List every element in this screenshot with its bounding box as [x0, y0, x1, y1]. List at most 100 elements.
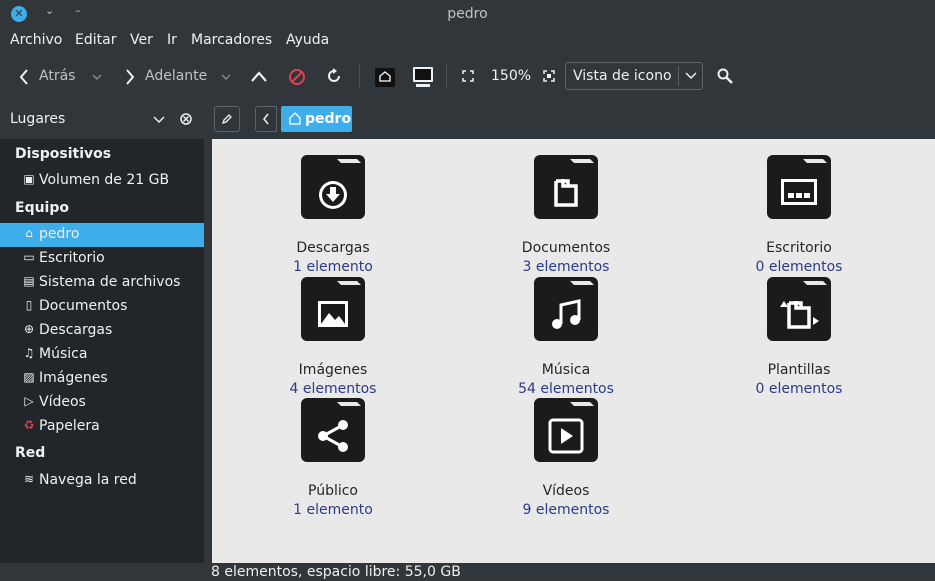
section-equipo: Equipo — [15, 200, 69, 216]
view-mode-select[interactable]: Vista de icono — [565, 62, 703, 90]
folder-publico[interactable]: Público 1 elemento — [253, 398, 413, 520]
sidebar-item-label: Imágenes — [39, 370, 108, 386]
chevron-right-icon — [126, 69, 135, 85]
folder-musica[interactable]: Música 54 elementos — [486, 277, 646, 399]
sidebar-item-descargas[interactable]: ⊕ Descargas — [0, 319, 204, 343]
breadcrumb-back-button[interactable] — [255, 106, 277, 132]
stop-icon[interactable] — [288, 68, 306, 86]
menu-marcadores[interactable]: Marcadores — [191, 32, 272, 48]
forward-button[interactable]: Adelante — [120, 62, 235, 92]
folder-videos[interactable]: Vídeos 9 elementos — [486, 398, 646, 520]
title-bar: ✕ ⌄ – pedro — [0, 0, 935, 28]
music-folder-icon — [534, 277, 598, 341]
close-sidebar-icon[interactable] — [180, 113, 192, 125]
view-mode-label: Vista de icono — [573, 68, 672, 84]
sidebar-item-pedro[interactable]: ⌂ pedro — [0, 223, 204, 247]
drive-icon: ▣ — [23, 172, 35, 186]
folder-count: 3 elementos — [522, 259, 610, 275]
folder-count: 54 elementos — [518, 381, 614, 397]
chevron-down-icon — [92, 74, 102, 81]
section-red: Red — [15, 445, 46, 461]
templates-folder-icon — [767, 277, 831, 341]
sidebar-item-musica[interactable]: ♫ Música — [0, 343, 204, 367]
up-arrow-icon[interactable] — [250, 70, 268, 84]
zoom-level: 150% — [491, 68, 532, 84]
back-button[interactable]: Atrás — [14, 62, 106, 92]
sidebar-item-label: Música — [39, 346, 88, 362]
chevron-left-icon — [19, 69, 28, 85]
pictures-folder-icon — [301, 277, 365, 341]
home-icon — [289, 112, 301, 125]
videos-icon: ▷ — [24, 394, 34, 408]
status-bar — [0, 563, 935, 581]
folder-documentos[interactable]: Documentos 3 elementos — [486, 155, 646, 277]
desktop-icon: ▭ — [23, 250, 35, 264]
toolbar-separator — [359, 65, 360, 87]
breadcrumb-label: pedro — [305, 111, 352, 127]
places-label: Lugares — [10, 111, 66, 127]
folder-name: Vídeos — [542, 483, 590, 499]
menu-editar[interactable]: Editar — [75, 32, 116, 48]
documents-icon: ▯ — [25, 298, 33, 312]
zoom-in-icon[interactable] — [543, 70, 555, 82]
search-icon[interactable] — [716, 67, 734, 85]
back-label: Atrás — [39, 68, 76, 84]
folder-escritorio[interactable]: Escritorio 0 elementos — [719, 155, 879, 277]
chevron-left-icon — [263, 113, 269, 125]
sidebar-item-label: Escritorio — [39, 250, 105, 266]
folder-descargas[interactable]: Descargas 1 elemento — [253, 155, 413, 277]
folder-count: 4 elementos — [289, 381, 377, 397]
folder-count: 0 elementos — [755, 259, 843, 275]
folder-plantillas[interactable]: Plantillas 0 elementos — [719, 277, 879, 399]
zoom-out-icon[interactable] — [462, 70, 474, 82]
pictures-icon: ▨ — [23, 370, 35, 384]
sidebar-item-imagenes[interactable]: ▨ Imágenes — [0, 367, 204, 391]
sidebar-item-network[interactable]: ≋ Navega la red — [0, 469, 204, 493]
chevron-down-icon — [221, 74, 231, 81]
toolbar-separator — [446, 65, 447, 87]
sidebar-item-papelera[interactable]: ♻ Papelera — [0, 415, 204, 439]
sidebar-item-label: Papelera — [39, 418, 100, 434]
filesystem-icon: ▤ — [23, 274, 35, 288]
sidebar-item-label: Sistema de archivos — [39, 274, 181, 290]
chevron-down-icon[interactable] — [153, 115, 165, 125]
music-icon: ♫ — [23, 346, 35, 360]
home-icon[interactable] — [374, 65, 396, 89]
videos-folder-icon — [534, 398, 598, 462]
sidebar-item-label: Descargas — [39, 322, 113, 338]
menu-archivo[interactable]: Archivo — [10, 32, 62, 48]
combo-divider — [678, 66, 679, 86]
edit-location-button[interactable] — [214, 106, 240, 132]
computer-icon[interactable] — [411, 65, 435, 89]
file-view[interactable]: Descargas 1 elemento Documentos 3 elemen… — [212, 139, 935, 563]
reload-icon[interactable] — [325, 67, 343, 85]
sidebar-item-documentos[interactable]: ▯ Documentos — [0, 295, 204, 319]
folder-name: Música — [541, 362, 591, 378]
folder-count: 9 elementos — [522, 502, 610, 518]
desktop-folder-icon — [767, 155, 831, 219]
folder-count: 1 elemento — [293, 259, 373, 275]
sidebar-item-label: pedro — [39, 226, 80, 242]
pencil-icon — [221, 114, 232, 125]
sidebar-item-filesystem[interactable]: ▤ Sistema de archivos — [0, 271, 204, 295]
sidebar-item-videos[interactable]: ▷ Vídeos — [0, 391, 204, 415]
breadcrumb-current[interactable]: pedro — [281, 106, 352, 132]
folder-imagenes[interactable]: Imágenes 4 elementos — [253, 277, 413, 399]
section-dispositivos: Dispositivos — [15, 146, 112, 162]
sidebar-item-escritorio[interactable]: ▭ Escritorio — [0, 247, 204, 271]
menu-ir[interactable]: Ir — [167, 32, 177, 48]
menu-ver[interactable]: Ver — [130, 32, 153, 48]
folder-name: Documentos — [521, 240, 611, 256]
folder-name: Público — [308, 483, 358, 499]
window-title: pedro — [447, 6, 488, 22]
forward-label: Adelante — [145, 68, 208, 84]
folder-count: 0 elementos — [755, 381, 843, 397]
sidebar-item-label: Vídeos — [39, 394, 86, 410]
folder-name: Descargas — [296, 240, 370, 256]
downloads-icon: ⊕ — [23, 322, 35, 336]
menu-ayuda[interactable]: Ayuda — [286, 32, 329, 48]
folder-name: Escritorio — [766, 240, 832, 256]
sidebar-item-label: Navega la red — [39, 472, 137, 488]
sidebar-item-volume[interactable]: ▣ Volumen de 21 GB — [0, 169, 204, 193]
status-text: 8 elementos, espacio libre: 55,0 GB — [211, 564, 461, 580]
